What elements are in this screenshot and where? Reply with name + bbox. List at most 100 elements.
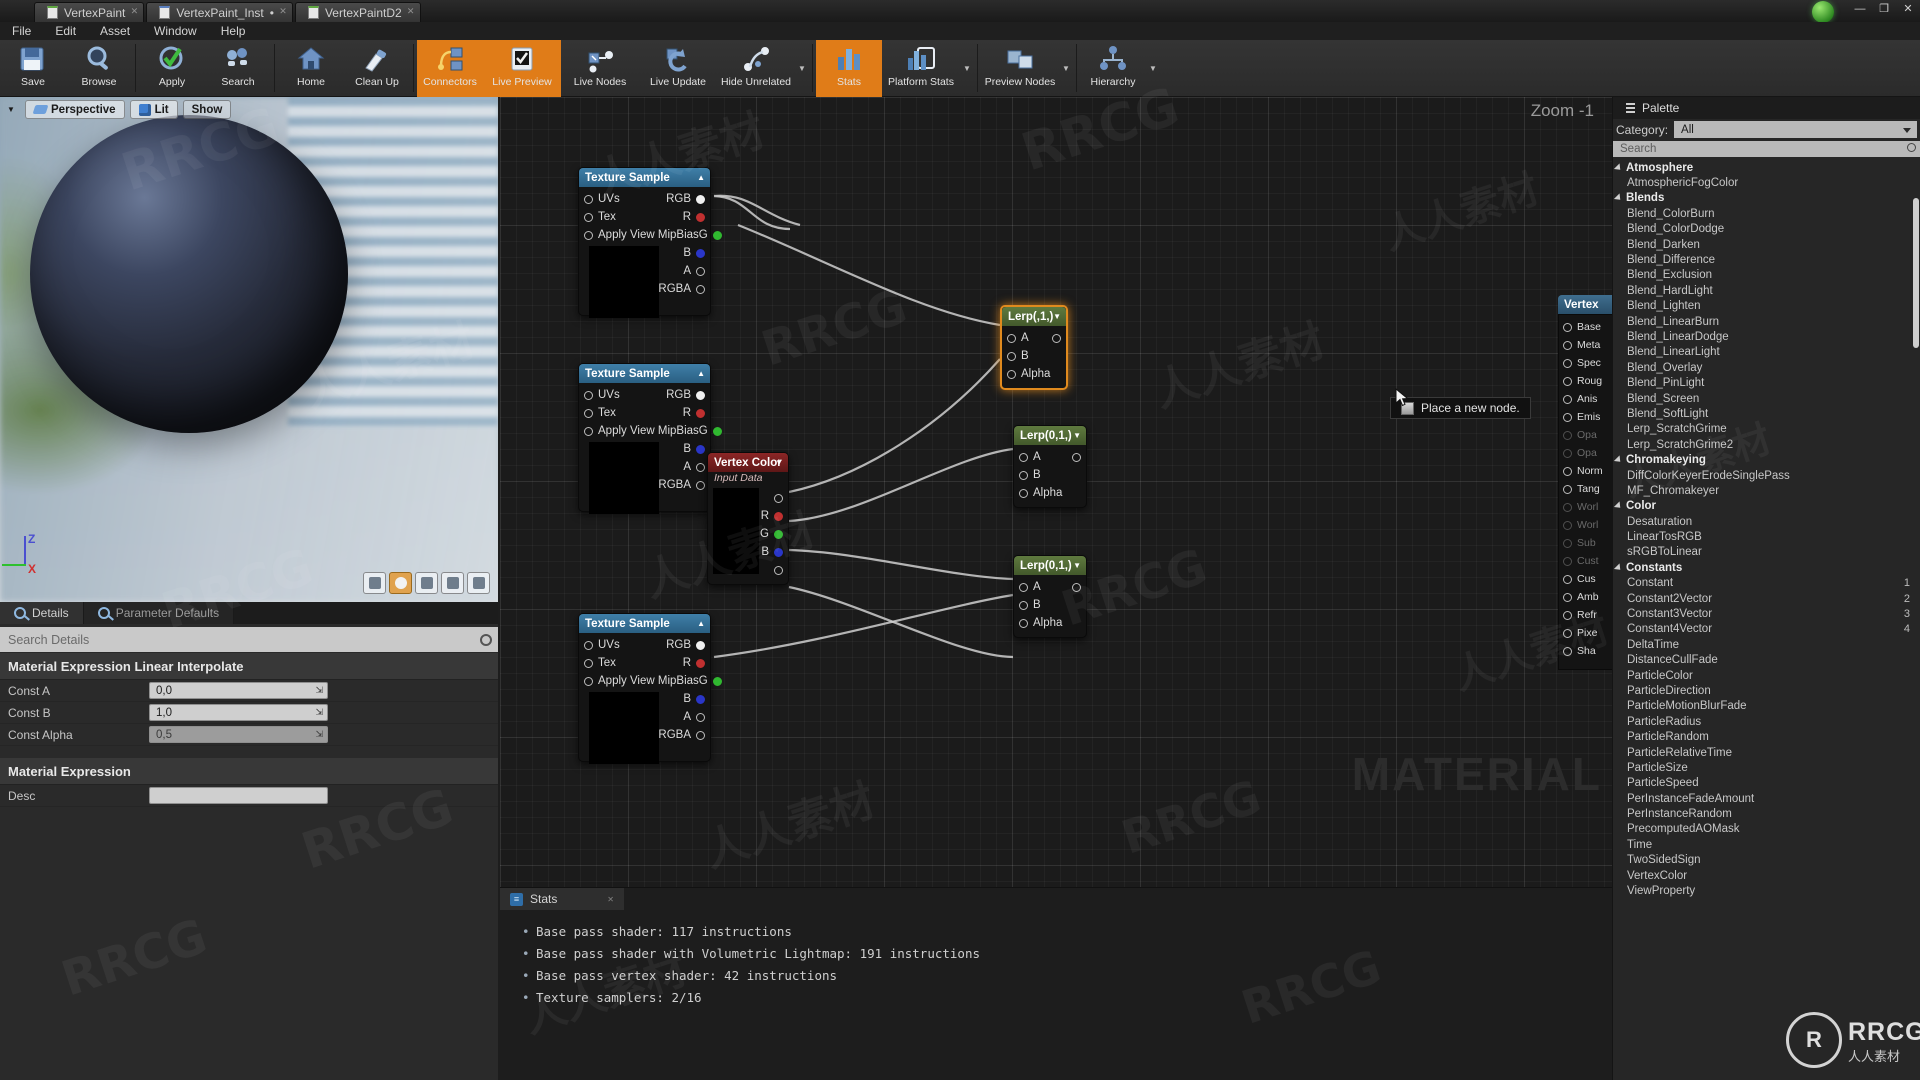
graph-wire[interactable]	[737, 223, 1001, 327]
input-pin[interactable]	[584, 230, 593, 240]
palette-item[interactable]: Blend_SoftLight	[1613, 406, 1920, 421]
palette-item[interactable]: Lerp_ScratchGrime2	[1613, 437, 1920, 452]
toolbar-button-browse[interactable]: Browse	[66, 40, 132, 97]
close-button[interactable]: ✕	[1900, 2, 1916, 15]
output-pin[interactable]	[696, 640, 705, 650]
toolbar-button-hierarchy[interactable]: Hierarchy	[1080, 40, 1146, 97]
material-input-pin[interactable]	[1563, 322, 1572, 332]
palette-item[interactable]: ParticleSpeed	[1613, 776, 1920, 791]
toolbar-dropdown-caret[interactable]: ▼	[960, 40, 974, 97]
menu-help[interactable]: Help	[209, 22, 258, 40]
material-input-pin[interactable]	[1563, 448, 1572, 458]
palette-item[interactable]: Constant 1	[1613, 576, 1920, 591]
output-pin[interactable]	[712, 426, 722, 436]
tab-vertexpaintd2[interactable]: VertexPaintD2 ✕	[294, 2, 421, 22]
toolbar-button-apply[interactable]: Apply	[139, 40, 205, 97]
toolbar-dropdown-caret[interactable]: ▼	[795, 40, 809, 97]
palette-item[interactable]: DeltaTime	[1613, 637, 1920, 652]
expand-triangle-icon[interactable]	[1613, 501, 1624, 511]
material-input-pin[interactable]	[1563, 646, 1572, 656]
graph-node-texture-sample-1[interactable]: Texture Sample ▲ UVs RGB Tex R Apply View MipB…	[578, 167, 722, 318]
texture-thumbnail[interactable]	[589, 692, 659, 764]
graph-node-vertex-color[interactable]: Vertex Color ▼ Input Data R G B	[707, 452, 789, 585]
material-input-pin[interactable]	[1563, 520, 1572, 530]
graph-node-texture-sample-2[interactable]: Texture Sample ▲ UVs RGB Tex R Apply View MipB…	[578, 363, 722, 514]
palette-item[interactable]: Blend_LinearDodge	[1613, 329, 1920, 344]
texture-thumbnail[interactable]	[589, 246, 659, 318]
chevron-icon[interactable]: ▼	[775, 458, 783, 467]
close-icon[interactable]: ✕	[406, 7, 416, 17]
graph-wire[interactable]	[788, 358, 1001, 494]
palette-item[interactable]: LinearTosRGB	[1613, 529, 1920, 544]
node-header[interactable]: Vertex Color ▼	[708, 453, 788, 472]
palette-item[interactable]: sRGBToLinear	[1613, 545, 1920, 560]
maximize-button[interactable]: ❐	[1876, 2, 1892, 15]
material-input-pin[interactable]	[1563, 466, 1572, 476]
palette-item[interactable]: ViewProperty	[1613, 883, 1920, 898]
menu-file[interactable]: File	[0, 22, 43, 40]
menu-asset[interactable]: Asset	[88, 22, 142, 40]
output-pin[interactable]	[696, 462, 705, 472]
material-input-pin[interactable]	[1563, 628, 1572, 638]
node-header[interactable]: Texture Sample ▲	[579, 364, 710, 383]
material-input-pin[interactable]	[1563, 592, 1572, 602]
toolbar-dropdown-caret[interactable]: ▼	[1059, 40, 1073, 97]
palette-item[interactable]: PerInstanceFadeAmount	[1613, 791, 1920, 806]
tab-parameter-defaults[interactable]: Parameter Defaults	[83, 602, 235, 624]
palette-item[interactable]: DistanceCullFade	[1613, 653, 1920, 668]
preview-plane-button[interactable]	[415, 572, 438, 594]
palette-item[interactable]: Blend_Lighten	[1613, 299, 1920, 314]
chevron-icon[interactable]: ▲	[697, 173, 705, 182]
node-header[interactable]: Lerp(,1,) ▼	[1002, 307, 1066, 326]
palette-item[interactable]: ParticleDirection	[1613, 683, 1920, 698]
palette-item[interactable]: TwoSidedSign	[1613, 853, 1920, 868]
input-pin[interactable]	[584, 640, 593, 650]
chevron-icon[interactable]: ▲	[697, 369, 705, 378]
palette-item[interactable]: Constant2Vector 2	[1613, 591, 1920, 606]
output-pin[interactable]	[696, 444, 705, 454]
preview-custom-button[interactable]	[467, 572, 490, 594]
input-pin[interactable]	[584, 194, 593, 204]
palette-item[interactable]: DiffColorKeyerErodeSinglePass	[1613, 468, 1920, 483]
input-pin[interactable]	[1007, 333, 1016, 343]
material-input-pin[interactable]	[1563, 394, 1572, 404]
output-pin[interactable]	[696, 390, 705, 400]
const-a-input[interactable]: 0,0 ⇲	[149, 682, 328, 699]
expand-triangle-icon[interactable]	[1613, 455, 1624, 465]
input-pin[interactable]	[1007, 351, 1016, 361]
toolbar-button-live-nodes[interactable]: Live Nodes	[561, 40, 639, 97]
palette-category-chromakeying[interactable]: Chromakeying	[1613, 452, 1920, 467]
toolbar-button-clean-up[interactable]: Clean Up	[344, 40, 410, 97]
graph-node-lerp-2[interactable]: Lerp(0,1,) ▼ A B Alpha	[1013, 425, 1087, 508]
input-pin[interactable]	[584, 676, 593, 686]
palette-item[interactable]: Blend_Screen	[1613, 391, 1920, 406]
node-header[interactable]: Texture Sample ▲	[579, 168, 710, 187]
preview-sphere-button[interactable]	[389, 572, 412, 594]
material-input-pin[interactable]	[1563, 556, 1572, 566]
palette-scrollbar[interactable]	[1913, 198, 1919, 348]
palette-item[interactable]: Desaturation	[1613, 514, 1920, 529]
toolbar-dropdown-caret[interactable]: ▼	[1146, 40, 1160, 97]
graph-wire[interactable]	[713, 593, 1014, 659]
graph-wire[interactable]	[713, 194, 801, 227]
output-pin[interactable]	[774, 547, 783, 557]
material-input-pin[interactable]	[1563, 430, 1572, 440]
material-input-pin[interactable]	[1563, 538, 1572, 548]
output-pin[interactable]	[1052, 333, 1061, 343]
material-input-pin[interactable]	[1563, 484, 1572, 494]
expand-triangle-icon[interactable]	[1613, 563, 1624, 573]
input-pin[interactable]	[1019, 600, 1028, 610]
chevron-icon[interactable]: ▼	[1073, 431, 1081, 440]
palette-category-blends[interactable]: Blends	[1613, 191, 1920, 206]
lighting-mode-button[interactable]: Lit	[129, 100, 178, 119]
stats-tab-close-icon[interactable]: ✕	[607, 895, 614, 904]
output-pin[interactable]	[774, 511, 783, 521]
toolbar-button-stats[interactable]: Stats	[816, 40, 882, 97]
output-pin[interactable]	[696, 658, 705, 668]
toolbar-button-live-update[interactable]: Live Update	[639, 40, 717, 97]
material-graph-canvas[interactable]: Zoom -1 MATERIAL Texture Sample ▲ UVs RGB Te…	[500, 97, 1612, 887]
palette-list[interactable]: Atmosphere AtmosphericFogColor Blends Blend…	[1613, 158, 1920, 1066]
output-pin[interactable]	[1072, 582, 1081, 592]
node-header[interactable]: Texture Sample ▲	[579, 614, 710, 633]
texture-thumbnail[interactable]	[589, 442, 659, 514]
